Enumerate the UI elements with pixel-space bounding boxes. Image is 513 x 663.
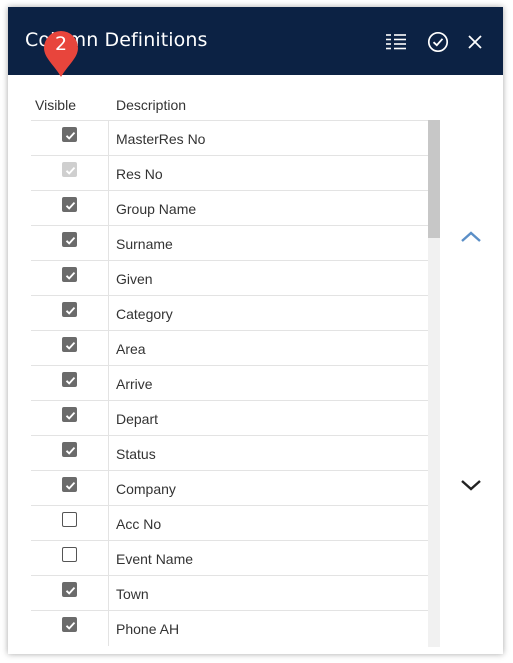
visible-checkbox[interactable] — [62, 197, 77, 212]
table-row: Arrive — [31, 365, 428, 401]
check-circle-icon[interactable] — [425, 29, 451, 55]
visible-cell — [31, 576, 109, 611]
visible-checkbox[interactable] — [62, 337, 77, 352]
visible-checkbox[interactable] — [62, 372, 77, 387]
visible-cell — [31, 121, 109, 156]
visible-checkbox[interactable] — [62, 512, 77, 527]
description-cell: Phone AH — [116, 621, 180, 637]
description-cell: Group Name — [116, 201, 197, 217]
table-row: Phone AH — [31, 610, 428, 646]
table-row: MasterRes No — [31, 120, 428, 156]
visible-cell — [31, 506, 109, 541]
chevron-down-icon[interactable] — [456, 473, 486, 497]
column-header-visible: Visible — [35, 97, 76, 113]
close-icon[interactable] — [462, 29, 488, 55]
visible-cell — [31, 436, 109, 471]
chevron-up-icon[interactable] — [456, 225, 486, 249]
table-row: Company — [31, 470, 428, 506]
step-callout-marker: 2 — [42, 30, 80, 78]
table-row: Town — [31, 575, 428, 611]
description-cell: Acc No — [116, 516, 162, 532]
visible-cell — [31, 191, 109, 226]
visible-cell — [31, 471, 109, 506]
visible-cell — [31, 366, 109, 401]
table-row: Surname — [31, 225, 428, 261]
description-cell: Company — [116, 481, 176, 497]
callout-number: 2 — [54, 33, 68, 55]
table-row: Event Name — [31, 540, 428, 576]
dialog-header: Column Definitions — [8, 7, 503, 75]
visible-checkbox — [62, 162, 77, 177]
visible-checkbox[interactable] — [62, 407, 77, 422]
visible-checkbox[interactable] — [62, 232, 77, 247]
visible-checkbox[interactable] — [62, 477, 77, 492]
visible-checkbox[interactable] — [62, 617, 77, 632]
visible-cell — [31, 401, 109, 436]
table-row: Status — [31, 435, 428, 471]
column-header-description: Description — [116, 97, 187, 113]
visible-cell — [31, 156, 109, 191]
description-cell: Status — [116, 446, 156, 462]
description-cell: Depart — [116, 411, 159, 427]
description-cell: Surname — [116, 236, 173, 252]
description-cell: Category — [116, 306, 173, 322]
description-cell: Given — [116, 271, 153, 287]
visible-cell — [31, 261, 109, 296]
description-cell: MasterRes No — [116, 131, 206, 147]
description-cell: Area — [116, 341, 146, 357]
visible-cell — [31, 226, 109, 261]
table-row: Depart — [31, 400, 428, 436]
visible-checkbox[interactable] — [62, 442, 77, 457]
table-row: Acc No — [31, 505, 428, 541]
table-row: Res No — [31, 155, 428, 191]
visible-cell — [31, 331, 109, 366]
description-cell: Arrive — [116, 376, 153, 392]
description-cell: Town — [116, 586, 149, 602]
visible-cell — [31, 296, 109, 331]
description-cell: Res No — [116, 166, 163, 182]
table-row: Area — [31, 330, 428, 366]
visible-checkbox[interactable] — [62, 582, 77, 597]
visible-checkbox[interactable] — [62, 302, 77, 317]
column-definitions-table: MasterRes No Res No Group Name Surname Given… — [31, 120, 428, 647]
table-row: Group Name — [31, 190, 428, 226]
visible-checkbox[interactable] — [62, 127, 77, 142]
table-row: Category — [31, 295, 428, 331]
scrollbar-track[interactable] — [428, 120, 440, 647]
visible-cell — [31, 541, 109, 576]
visible-cell — [31, 611, 109, 646]
visible-checkbox[interactable] — [62, 547, 77, 562]
visible-checkbox[interactable] — [62, 267, 77, 282]
list-columns-icon[interactable] — [383, 29, 409, 55]
description-cell: Event Name — [116, 551, 194, 567]
table-row: Given — [31, 260, 428, 296]
scrollbar-thumb[interactable] — [428, 120, 440, 238]
column-definitions-dialog: Column Definitions Visible Description M… — [8, 7, 503, 654]
